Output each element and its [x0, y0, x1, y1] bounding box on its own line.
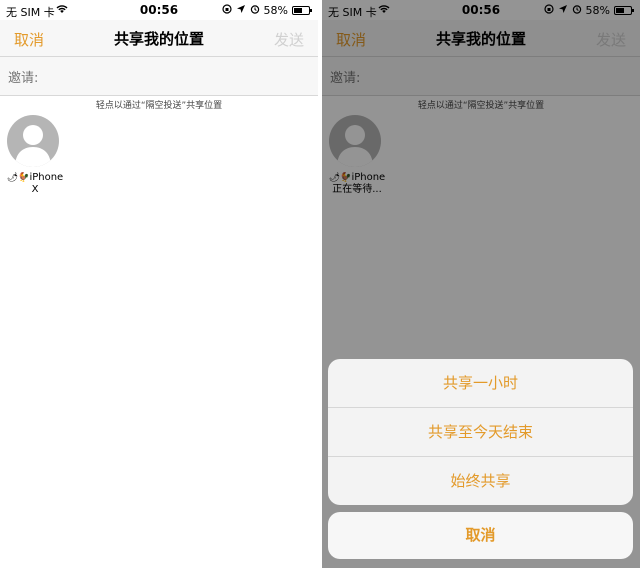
left-screen: 无 SIM 卡 00:56 58% 取消 共享我的位置 发送 邀请: 轻点以通过…: [0, 0, 318, 568]
pepper-emoji-icon: 🌶🐓: [6, 173, 30, 183]
share-indefinitely-option[interactable]: 始终共享: [328, 457, 633, 505]
battery-percent: 58%: [263, 4, 288, 17]
status-bar: 无 SIM 卡 00:56 58%: [0, 0, 318, 20]
person-silhouette-icon: [15, 125, 51, 167]
share-one-hour-option[interactable]: 共享一小时: [328, 359, 633, 408]
alarm-icon: [250, 4, 260, 17]
contact-name[interactable]: 🌶🐓iPhone X: [4, 172, 66, 196]
battery-fill: [294, 8, 302, 13]
contact-name-text: iPhone X: [29, 172, 64, 195]
page-title: 共享我的位置: [113, 30, 204, 48]
contact-avatar[interactable]: [7, 115, 59, 167]
send-button[interactable]: 发送: [274, 29, 304, 50]
invite-label: 邀请:: [8, 71, 39, 86]
nav-bar: 取消 共享我的位置 发送: [0, 20, 318, 57]
share-until-end-of-day-option[interactable]: 共享至今天结束: [328, 408, 633, 457]
orientation-lock-icon: [221, 4, 232, 17]
invite-field[interactable]: 邀请:: [0, 57, 318, 96]
sheet-cancel-button[interactable]: 取消: [328, 512, 633, 559]
battery-icon: [292, 6, 312, 15]
right-screen: 无 SIM 卡 00:56 58% 取消 共享我的位置 发送 邀请: 轻点以通过…: [322, 0, 640, 568]
action-sheet: 共享一小时 共享至今天结束 始终共享: [328, 359, 633, 505]
status-right: 58%: [221, 4, 312, 17]
location-arrow-icon: [236, 4, 246, 17]
airdrop-hint: 轻点以通过“隔空投送”共享位置: [95, 101, 223, 111]
